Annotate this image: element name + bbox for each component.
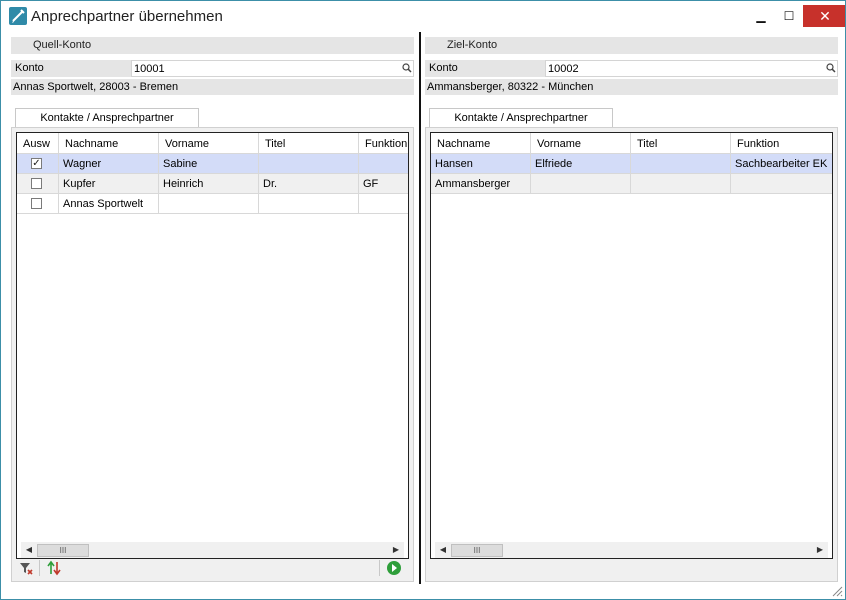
row-checkbox-checked[interactable]: ✓ — [31, 158, 42, 169]
target-header: Ziel-Konto — [425, 37, 838, 54]
source-konto-label: Konto — [15, 62, 44, 74]
cell-nachname: Hansen — [431, 154, 531, 174]
cell-vorname — [531, 174, 631, 194]
source-tab-panel: Ausw Nachname Vorname Titel Funktion ✓ W… — [11, 127, 414, 582]
target-konto-label: Konto — [429, 62, 458, 74]
column-header-vorname[interactable]: Vorname — [531, 133, 631, 153]
target-konto-row: Konto — [425, 60, 838, 77]
toolbar-separator — [39, 560, 40, 576]
scroll-left-icon[interactable]: ◀ — [435, 542, 451, 558]
target-tab-panel: Nachname Vorname Titel Funktion Hansen E… — [425, 127, 838, 582]
compass-pen-icon — [9, 7, 27, 25]
select-cell: ✓ — [17, 154, 59, 174]
column-header-ausw[interactable]: Ausw — [17, 133, 59, 153]
source-horizontal-scrollbar[interactable]: ◀ III ▶ — [21, 542, 404, 558]
cell-vorname: Sabine — [159, 154, 259, 174]
cell-nachname: Wagner — [59, 154, 159, 174]
cell-funktion — [731, 174, 832, 194]
tab-target-contacts[interactable]: Kontakte / Ansprechpartner — [429, 108, 613, 128]
source-header-label: Quell-Konto — [33, 39, 92, 51]
column-header-titel[interactable]: Titel — [631, 133, 731, 153]
column-header-funktion[interactable]: Funktion — [731, 133, 832, 153]
column-header-nachname[interactable]: Nachname — [431, 133, 531, 153]
cell-vorname: Elfriede — [531, 154, 631, 174]
scroll-right-icon[interactable]: ▶ — [388, 542, 404, 558]
source-address-row: Annas Sportwelt, 28003 - Bremen — [11, 79, 414, 95]
source-pane: Quell-Konto Konto Annas Sportwelt, 28003… — [11, 32, 414, 582]
source-address: Annas Sportwelt, 28003 - Bremen — [13, 81, 179, 93]
dialog-window: Anprechpartner übernehmen ▁ ☐ ✕ Quell-Ko… — [0, 0, 846, 600]
window-title: Anprechpartner übernehmen — [31, 8, 223, 25]
target-grid-header: Nachname Vorname Titel Funktion — [431, 133, 832, 154]
scroll-thumb[interactable]: III — [451, 544, 503, 557]
source-toolbar — [16, 558, 409, 578]
target-address: Ammansberger, 80322 - München — [427, 81, 594, 93]
cell-funktion — [359, 154, 408, 174]
source-grid-header: Ausw Nachname Vorname Titel Funktion — [17, 133, 408, 154]
scroll-left-icon[interactable]: ◀ — [21, 542, 37, 558]
cell-funktion: Sachbearbeiter EK — [731, 154, 832, 174]
select-cell — [17, 174, 59, 194]
pane-divider[interactable] — [419, 32, 421, 584]
table-row[interactable]: Ammansberger — [431, 174, 832, 194]
magnifier-icon[interactable] — [402, 63, 412, 73]
row-checkbox[interactable] — [31, 178, 42, 189]
target-horizontal-scrollbar[interactable]: ◀ III ▶ — [435, 542, 828, 558]
source-header: Quell-Konto — [11, 37, 414, 54]
target-address-row: Ammansberger, 80322 - München — [425, 79, 838, 95]
cell-nachname: Ammansberger — [431, 174, 531, 194]
cell-nachname: Annas Sportwelt — [59, 194, 159, 214]
column-header-titel[interactable]: Titel — [259, 133, 359, 153]
tab-source-contacts[interactable]: Kontakte / Ansprechpartner — [15, 108, 199, 128]
cell-nachname: Kupfer — [59, 174, 159, 194]
cell-funktion — [359, 194, 408, 214]
cell-vorname: Heinrich — [159, 174, 259, 194]
resize-grip-icon[interactable] — [831, 585, 843, 597]
table-row[interactable]: ✓ Wagner Sabine — [17, 154, 408, 174]
toolbar-separator — [379, 560, 380, 576]
column-header-funktion[interactable]: Funktion — [359, 133, 408, 153]
table-row[interactable]: Annas Sportwelt — [17, 194, 408, 214]
cell-titel — [631, 174, 731, 194]
source-contacts-grid: Ausw Nachname Vorname Titel Funktion ✓ W… — [16, 132, 409, 559]
green-go-icon[interactable] — [386, 560, 402, 576]
column-header-vorname[interactable]: Vorname — [159, 133, 259, 153]
title-bar: Anprechpartner übernehmen ▁ ☐ ✕ — [1, 1, 845, 32]
column-header-nachname[interactable]: Nachname — [59, 133, 159, 153]
maximize-button[interactable]: ☐ — [775, 5, 803, 27]
select-cell — [17, 194, 59, 214]
table-row[interactable]: Kupfer Heinrich Dr. GF — [17, 174, 408, 194]
swap-arrows-icon[interactable] — [46, 560, 62, 576]
cell-titel — [259, 194, 359, 214]
close-button[interactable]: ✕ — [803, 5, 845, 27]
cell-vorname — [159, 194, 259, 214]
magnifier-icon[interactable] — [826, 63, 836, 73]
table-row[interactable]: Hansen Elfriede Sachbearbeiter EK — [431, 154, 832, 174]
cell-titel — [631, 154, 731, 174]
target-konto-input[interactable] — [545, 60, 838, 77]
source-konto-input[interactable] — [131, 60, 414, 77]
row-checkbox[interactable] — [31, 198, 42, 209]
scroll-right-icon[interactable]: ▶ — [812, 542, 828, 558]
filter-clear-icon[interactable] — [18, 560, 34, 576]
cell-funktion: GF — [359, 174, 408, 194]
scroll-thumb[interactable]: III — [37, 544, 89, 557]
source-konto-row: Konto — [11, 60, 414, 77]
target-contacts-grid: Nachname Vorname Titel Funktion Hansen E… — [430, 132, 833, 559]
target-header-label: Ziel-Konto — [447, 39, 498, 51]
cell-titel — [259, 154, 359, 174]
cell-titel: Dr. — [259, 174, 359, 194]
minimize-button[interactable]: ▁ — [747, 5, 775, 27]
target-pane: Ziel-Konto Konto Ammansberger, 80322 - M… — [425, 32, 838, 582]
